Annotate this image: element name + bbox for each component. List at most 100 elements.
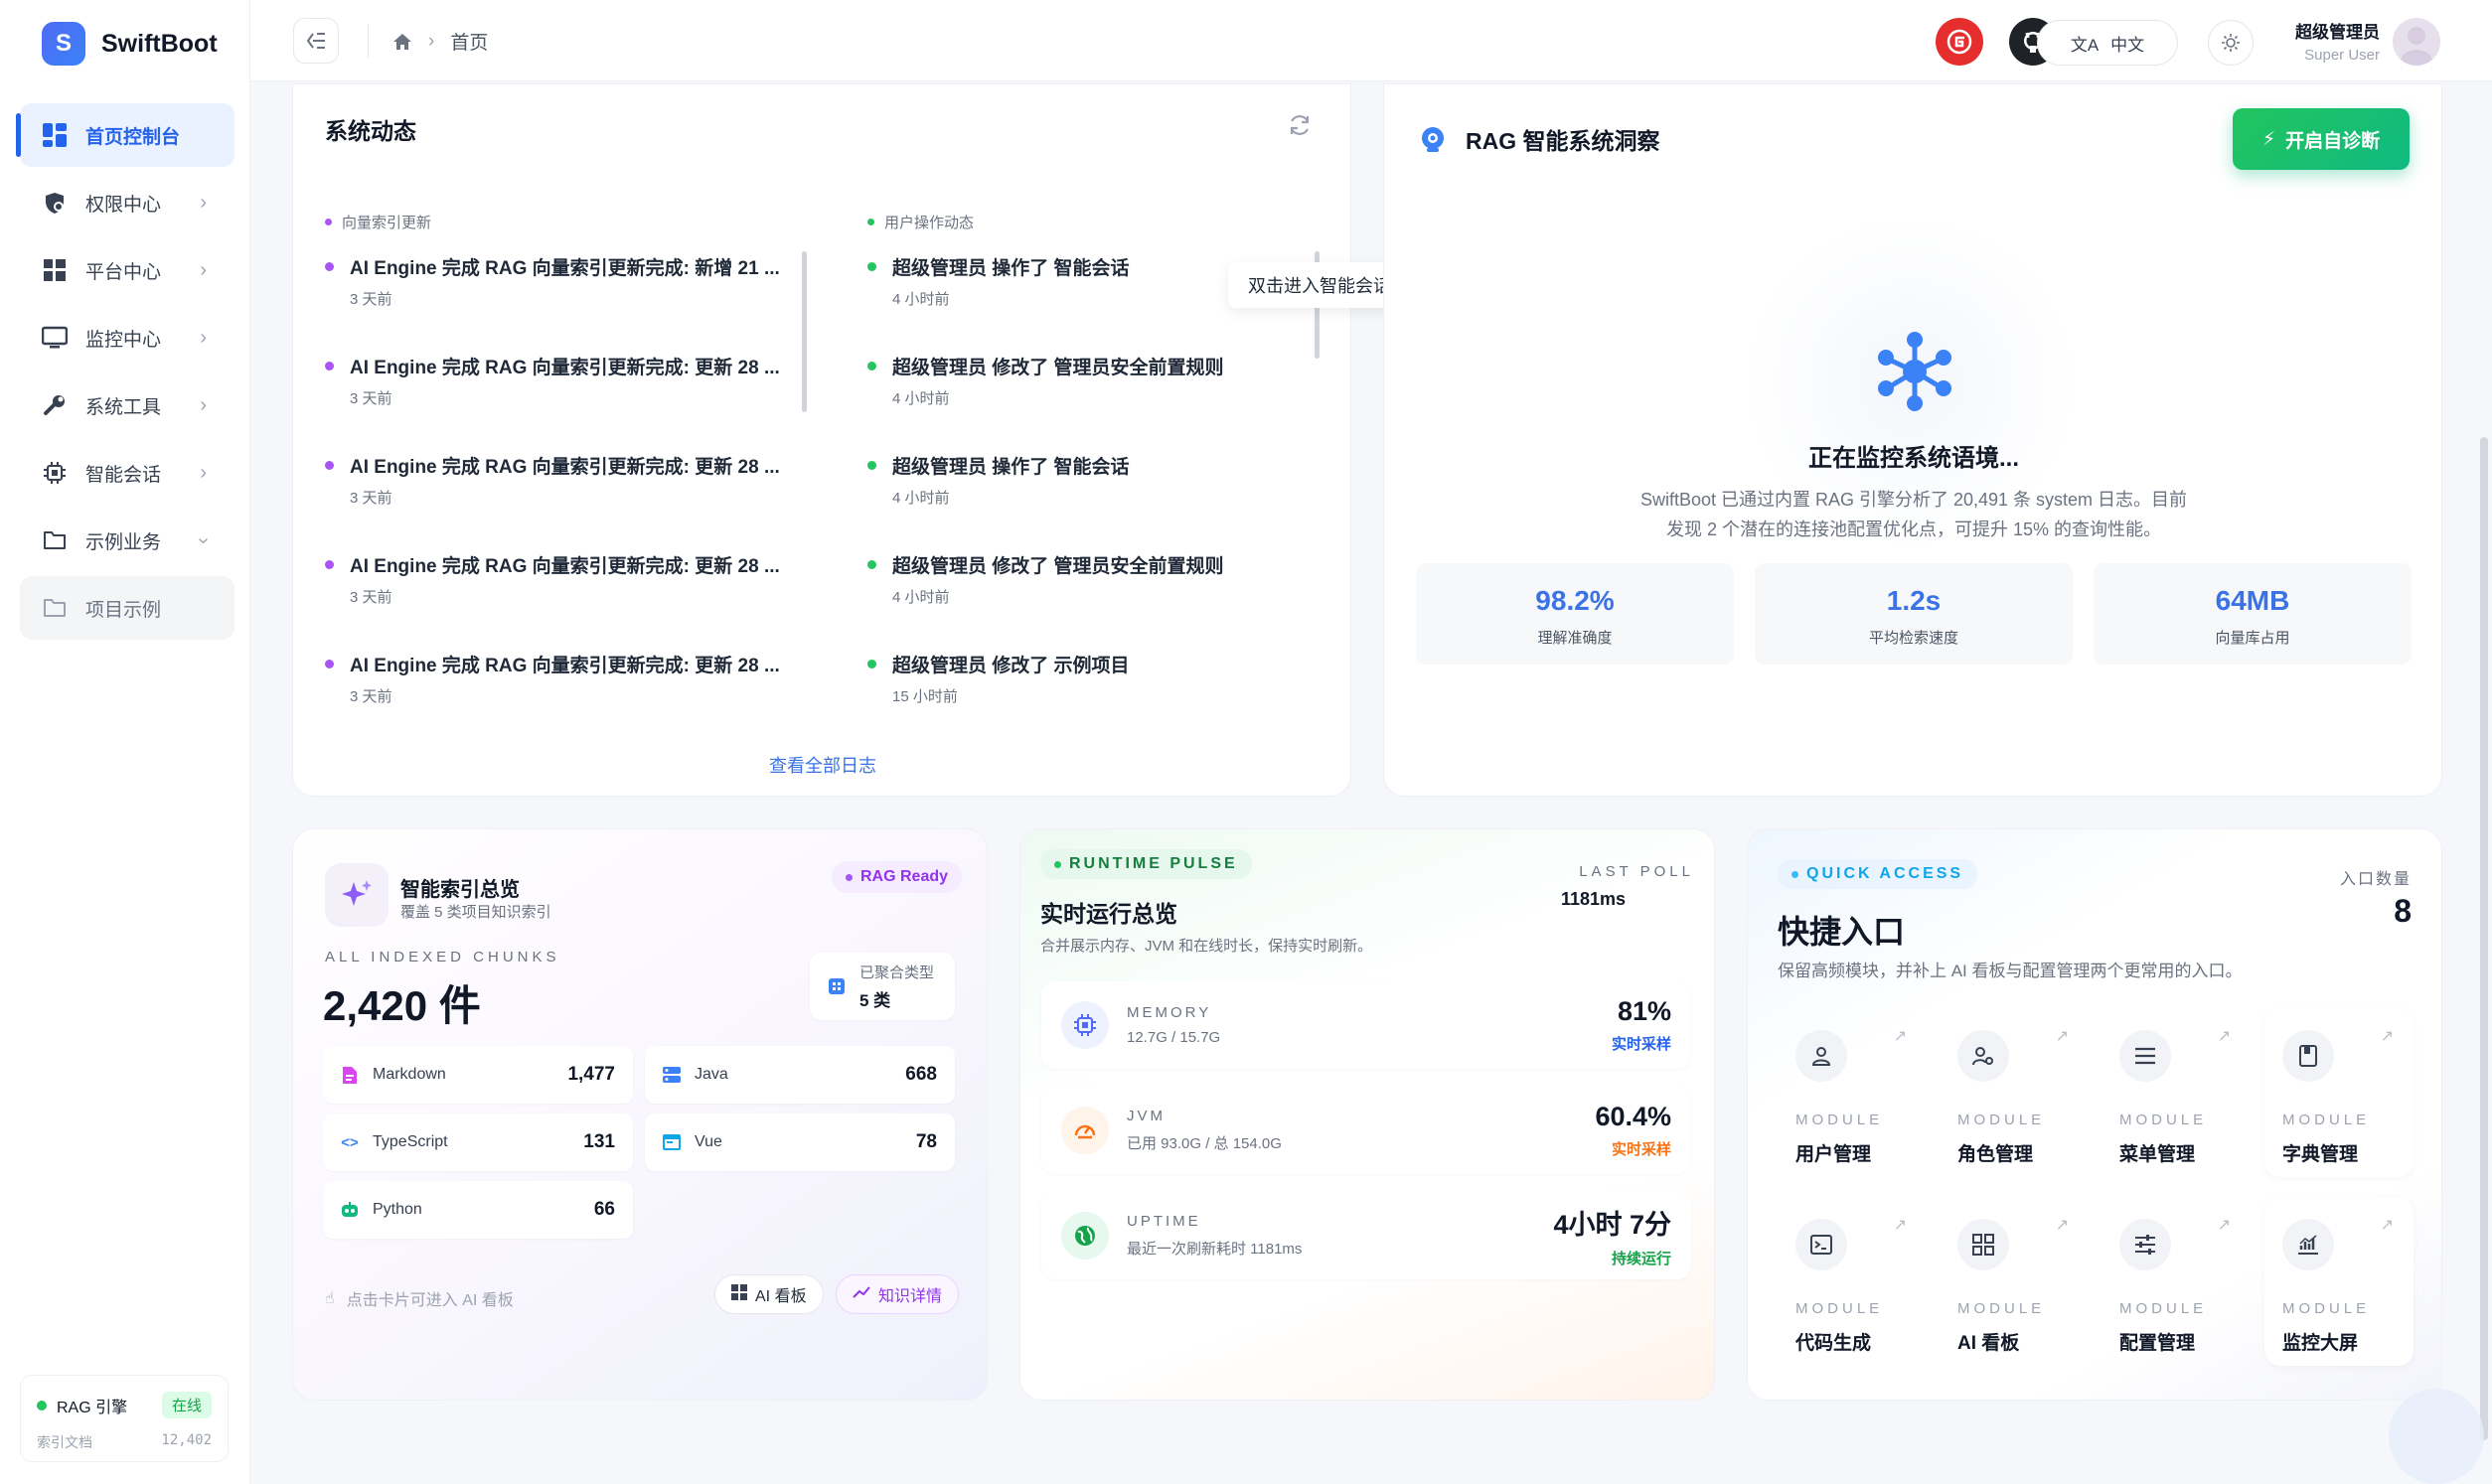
monitor-icon xyxy=(42,325,68,351)
quick-tile-user[interactable]: ↗ MODULE 用户管理 xyxy=(1778,1008,1927,1177)
floating-bubble[interactable] xyxy=(2389,1389,2484,1484)
app-name: SwiftBoot xyxy=(101,29,218,58)
avatar[interactable] xyxy=(2393,18,2440,66)
chunks-caption: ALL INDEXED CHUNKS xyxy=(325,949,560,965)
terminal-icon xyxy=(1795,1219,1847,1270)
ai-board-button[interactable]: AI 看板 xyxy=(714,1274,824,1314)
jvm-value: 60.4% xyxy=(1595,1102,1671,1131)
quick-tile-menu[interactable]: ↗ MODULE 菜单管理 xyxy=(2102,1008,2251,1177)
rag-engine-status[interactable]: RAG 引擎 在线 索引文档 12,402 xyxy=(20,1375,229,1462)
robot-icon xyxy=(341,1201,359,1219)
home-icon[interactable] xyxy=(392,33,412,51)
ai-head-icon xyxy=(1422,127,1444,152)
status-badge: 在线 xyxy=(161,1392,212,1418)
quick-access-card: QUICK ACCESS 快捷入口 保留高频模块，并补上 AI 看板与配置管理两… xyxy=(1747,828,2442,1401)
list-item[interactable]: 超级管理员 修改了 示例项目 15 小时前 xyxy=(867,651,1130,706)
dashboard-icon xyxy=(731,1283,747,1305)
rag-insight-header: RAG 智能系统洞察 xyxy=(1418,122,1660,156)
app-logo[interactable]: S SwiftBoot xyxy=(42,22,218,66)
quick-tile-role[interactable]: ↗ MODULE 角色管理 xyxy=(1940,1008,2089,1177)
language-row-java[interactable]: Java 668 xyxy=(645,1046,955,1104)
list-item[interactable]: 超级管理员 操作了 智能会话 4 小时前 xyxy=(867,253,1130,309)
list-item[interactable]: 超级管理员 修改了 管理员安全前置规则 4 小时前 xyxy=(867,551,1224,607)
uptime-row: UPTIME 最近一次刷新耗时 1181ms 4小时 7分 持续运行 xyxy=(1041,1192,1691,1279)
arrow-up-right-icon: ↗ xyxy=(2380,1028,2394,1045)
sidebar-item-monitor[interactable]: 监控中心 › xyxy=(20,306,234,370)
sparkle-icon xyxy=(325,863,389,927)
quick-tile-dict[interactable]: ↗ MODULE 字典管理 xyxy=(2264,1008,2414,1177)
refresh-button[interactable] xyxy=(1287,112,1313,143)
list-item[interactable]: AI Engine 完成 RAG 向量索引更新完成: 更新 28 ... 3 天前 xyxy=(325,353,780,408)
collapse-icon xyxy=(306,33,325,49)
rag-ready-badge: RAG Ready xyxy=(832,861,963,893)
runtime-tag: RUNTIME PULSE xyxy=(1040,849,1252,879)
list-item[interactable]: AI Engine 完成 RAG 向量索引更新完成: 更新 28 ... 3 天前 xyxy=(325,452,780,508)
language-row-python[interactable]: Python 66 xyxy=(323,1181,633,1239)
sidebar-item-examples[interactable]: 示例业务 › xyxy=(20,509,234,572)
sidebar-item-platform[interactable]: 平台中心 › xyxy=(20,238,234,302)
bolt-icon: ⚡ xyxy=(2261,128,2276,150)
refresh-icon xyxy=(1290,115,1310,135)
sidebar: S SwiftBoot 首页控制台 权限中心 › 平台中心 › 监控中心 › 系… xyxy=(0,0,250,1484)
sidebar-item-permission[interactable]: 权限中心 › xyxy=(20,171,234,234)
index-overview-card[interactable]: 智能索引总览 覆盖 5 类项目知识索引 RAG Ready ALL INDEXE… xyxy=(292,828,988,1401)
sidebar-item-label: 监控中心 xyxy=(85,329,162,351)
chevron-down-icon: › xyxy=(193,536,216,544)
sun-icon xyxy=(2222,34,2240,52)
language-row-markdown[interactable]: Markdown 1,477 xyxy=(323,1046,633,1104)
knowledge-detail-button[interactable]: 知识详情 xyxy=(836,1274,960,1314)
arrow-up-right-icon: ↗ xyxy=(2217,1028,2231,1045)
quick-tile-monitor-screen[interactable]: ↗ MODULE 监控大屏 xyxy=(2264,1197,2414,1366)
board-hint: ☝ 点击卡片可进入 AI 看板 xyxy=(325,1290,514,1309)
dashboard-icon xyxy=(1957,1219,2009,1270)
stat-vector-storage: 64MB 向量库占用 xyxy=(2094,563,2412,665)
page-scrollbar[interactable] xyxy=(2480,437,2488,1440)
user-name: 超级管理员 xyxy=(2295,23,2380,42)
language-row-typescript[interactable]: <> TypeScript 131 xyxy=(323,1113,633,1171)
sidebar-item-dashboard[interactable]: 首页控制台 xyxy=(16,103,234,167)
list-item[interactable]: AI Engine 完成 RAG 向量索引更新完成: 新增 21 ... 3 天前 xyxy=(325,253,780,309)
sidebar-item-tools[interactable]: 系统工具 › xyxy=(20,373,234,437)
list-item[interactable]: AI Engine 完成 RAG 向量索引更新完成: 更新 28 ... 3 天前 xyxy=(325,551,780,607)
chevron-right-icon: › xyxy=(200,393,207,416)
list-item[interactable]: 超级管理员 操作了 智能会话 4 小时前 xyxy=(867,452,1130,508)
divider xyxy=(368,24,369,58)
user-gear-icon xyxy=(1957,1030,2009,1082)
book-icon xyxy=(2282,1030,2334,1082)
memory-note: 实时采样 xyxy=(1611,1036,1671,1053)
sidebar-item-label: 示例业务 xyxy=(85,531,162,553)
stat-accuracy: 98.2% 理解准确度 xyxy=(1416,563,1734,665)
quick-tile-codegen[interactable]: ↗ MODULE 代码生成 xyxy=(1778,1197,1927,1366)
jvm-row: JVM 已用 93.0G / 总 154.0G 60.4% 实时采样 xyxy=(1041,1087,1691,1174)
sidebar-item-project-example[interactable]: 项目示例 xyxy=(20,576,234,640)
last-poll-label: LAST POLL xyxy=(1579,863,1694,880)
logo-mark: S xyxy=(42,22,85,66)
user-menu[interactable]: 超级管理员 Super User xyxy=(2295,18,2380,64)
theme-toggle-button[interactable] xyxy=(2208,20,2254,66)
collapse-sidebar-button[interactable] xyxy=(293,18,339,64)
self-diagnose-button[interactable]: ⚡ 开启自诊断 xyxy=(2233,108,2410,170)
uptime-caption: UPTIME xyxy=(1127,1213,1201,1230)
language-switch[interactable]: 文A 中文 xyxy=(2037,20,2178,66)
vector-index-heading: 向量索引更新 xyxy=(325,212,431,232)
insight-desc-line1: SwiftBoot 已通过内置 RAG 引擎分析了 20,491 条 syste… xyxy=(1639,490,2188,510)
sidebar-item-label: 权限中心 xyxy=(85,194,162,216)
language-row-vue[interactable]: Vue 78 xyxy=(645,1113,955,1171)
chart-icon xyxy=(2282,1219,2334,1270)
view-all-logs-link[interactable]: 查看全部日志 xyxy=(293,752,1352,778)
list-item[interactable]: 超级管理员 修改了 管理员安全前置规则 4 小时前 xyxy=(867,353,1224,408)
dashboard-icon xyxy=(42,122,68,148)
user-role: Super User xyxy=(2304,47,2380,64)
memory-row: MEMORY 12.7G / 15.7G 81% 实时采样 xyxy=(1041,981,1691,1069)
quick-tile-config[interactable]: ↗ MODULE 配置管理 xyxy=(2102,1197,2251,1366)
trend-icon xyxy=(853,1285,870,1304)
sidebar-item-label: 首页控制台 xyxy=(85,126,181,148)
quick-tile-ai-board[interactable]: ↗ MODULE AI 看板 xyxy=(1940,1197,2089,1366)
gitee-button[interactable] xyxy=(1936,18,1983,66)
scrollbar[interactable] xyxy=(802,251,807,412)
monitor-status: 正在监控系统语境... xyxy=(1807,445,2019,472)
sidebar-item-chat[interactable]: 智能会话 › xyxy=(20,441,234,505)
breadcrumb-current[interactable]: 首页 xyxy=(450,28,488,55)
uptime-sub: 最近一次刷新耗时 1181ms xyxy=(1127,1241,1303,1258)
list-item[interactable]: AI Engine 完成 RAG 向量索引更新完成: 更新 28 ... 3 天前 xyxy=(325,651,780,706)
